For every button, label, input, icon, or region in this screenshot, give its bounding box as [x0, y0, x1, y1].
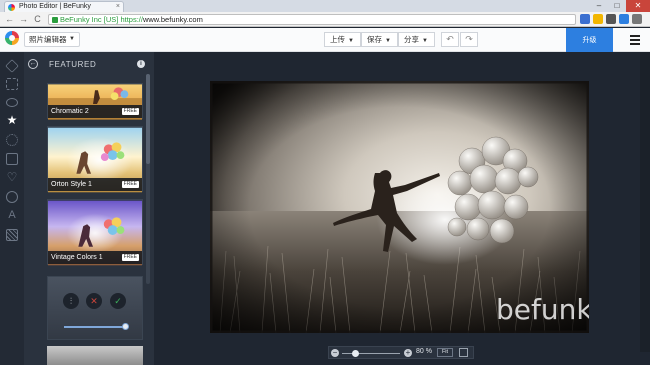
share-label: 分享: [404, 35, 419, 44]
window-controls: – □ ✕: [590, 0, 650, 12]
browser-tab[interactable]: Photo Editor | BeFunky ×: [4, 1, 124, 12]
effects-icon[interactable]: [6, 134, 18, 146]
apply-button[interactable]: ✓: [110, 293, 126, 309]
canvas-scrollbar[interactable]: [640, 52, 650, 352]
shield-icon[interactable]: [580, 14, 590, 24]
effect-card-label: Orton Style 1 FREE: [48, 178, 142, 191]
save-label: 保存: [367, 35, 382, 44]
zoom-in-button[interactable]: +: [404, 349, 412, 357]
circle-icon[interactable]: [6, 191, 18, 203]
chevron-down-icon: ▼: [385, 38, 391, 44]
url-input[interactable]: BeFunky Inc [US] https://www.befunky.com: [48, 14, 576, 25]
app-toolbar: 照片编辑器 ▼ 上传 ▼ 保存 ▼ 分享 ▼ ↶ ↷: [0, 28, 650, 52]
effect-card-label: Chromatic 2 FREE: [48, 105, 142, 118]
close-window-button[interactable]: ✕: [626, 0, 650, 12]
settings-button[interactable]: ⫶: [63, 293, 79, 309]
effect-strength-slider[interactable]: [64, 326, 126, 328]
free-badge: FREE: [121, 254, 139, 261]
effect-card[interactable]: Chromatic 2 FREE: [47, 83, 143, 120]
eye-icon[interactable]: [6, 98, 18, 107]
fit-button[interactable]: Fit: [437, 348, 453, 357]
zoom-value: 80 %: [416, 348, 432, 355]
extension-icon[interactable]: [606, 14, 616, 24]
effect-strength-handle[interactable]: [122, 323, 129, 330]
editor-mode-label: 照片编辑器: [29, 35, 67, 44]
chevron-down-icon: ▼: [422, 38, 428, 44]
panel-scrollbar[interactable]: [146, 74, 150, 284]
effect-card[interactable]: Orton Style 1 FREE: [47, 126, 143, 193]
panel-title: FEATURED: [49, 60, 97, 69]
editor-mode-dropdown[interactable]: 照片编辑器 ▼: [24, 32, 80, 47]
app-root: Photo Editor | BeFunky × – □ ✕ ← → C BeF…: [0, 0, 650, 365]
cancel-button[interactable]: ✕: [86, 293, 102, 309]
befunky-logo-icon[interactable]: [5, 31, 19, 45]
star-icon[interactable]: [593, 14, 603, 24]
ev-certificate-label: BeFunky Inc [US]: [60, 15, 119, 24]
effect-card[interactable]: [47, 346, 143, 365]
account-icon[interactable]: [619, 14, 629, 24]
watermark-text: befunky: [496, 293, 589, 326]
open-label: 上传: [330, 35, 345, 44]
effect-card[interactable]: Vintage Colors 1 FREE: [47, 199, 143, 266]
favicon-icon: [8, 4, 15, 11]
open-button[interactable]: 上传 ▼: [324, 32, 361, 47]
minimize-button[interactable]: –: [590, 0, 608, 12]
panel-back-icon[interactable]: ←: [28, 59, 38, 69]
address-bar-row: ← → C BeFunky Inc [US] https://www.befun…: [0, 12, 650, 27]
adjust-icon[interactable]: [6, 78, 18, 90]
heart-icon[interactable]: ♡: [6, 171, 18, 183]
browser-tabstrip: Photo Editor | BeFunky × – □ ✕: [0, 0, 650, 12]
photo-canvas[interactable]: befunky: [210, 81, 589, 333]
frame-icon[interactable]: [6, 153, 18, 165]
info-icon[interactable]: i: [137, 60, 145, 68]
panel-scrollbar-thumb[interactable]: [146, 74, 150, 164]
tab-close-icon[interactable]: ×: [116, 2, 120, 12]
upgrade-label: 升级: [582, 37, 597, 44]
text-icon[interactable]: A: [6, 209, 18, 221]
maximize-button[interactable]: □: [608, 0, 626, 12]
back-nav-icon[interactable]: ←: [4, 14, 15, 25]
upgrade-button[interactable]: 升级: [566, 28, 613, 54]
save-button[interactable]: 保存 ▼: [361, 32, 398, 47]
undo-icon[interactable]: ↶: [441, 32, 459, 47]
reload-icon[interactable]: C: [32, 14, 43, 25]
texture-icon[interactable]: [6, 229, 18, 241]
effect-card-label: Vintage Colors 1 FREE: [48, 251, 142, 264]
tab-title: Photo Editor | BeFunky: [19, 3, 91, 10]
chevron-down-icon: ▼: [69, 36, 75, 42]
star-icon[interactable]: ★: [6, 114, 18, 126]
fullscreen-icon[interactable]: [459, 348, 468, 357]
free-badge: FREE: [121, 108, 139, 115]
zoom-slider[interactable]: [342, 353, 400, 354]
zoom-slider-handle[interactable]: [352, 350, 359, 357]
extension-icons: [580, 14, 642, 24]
chevron-down-icon: ▼: [348, 38, 354, 44]
hamburger-menu-icon[interactable]: [630, 35, 640, 45]
url-protocol: https://: [120, 15, 143, 24]
free-badge: FREE: [121, 181, 139, 188]
forward-nav-icon[interactable]: →: [18, 14, 29, 25]
menu-icon[interactable]: [632, 14, 642, 24]
redo-icon[interactable]: ↷: [460, 32, 478, 47]
share-button[interactable]: 分享 ▼: [398, 32, 435, 47]
zoom-out-button[interactable]: −: [331, 349, 339, 357]
url-host: www.befunky.com: [142, 15, 203, 24]
lock-icon: [52, 17, 58, 23]
